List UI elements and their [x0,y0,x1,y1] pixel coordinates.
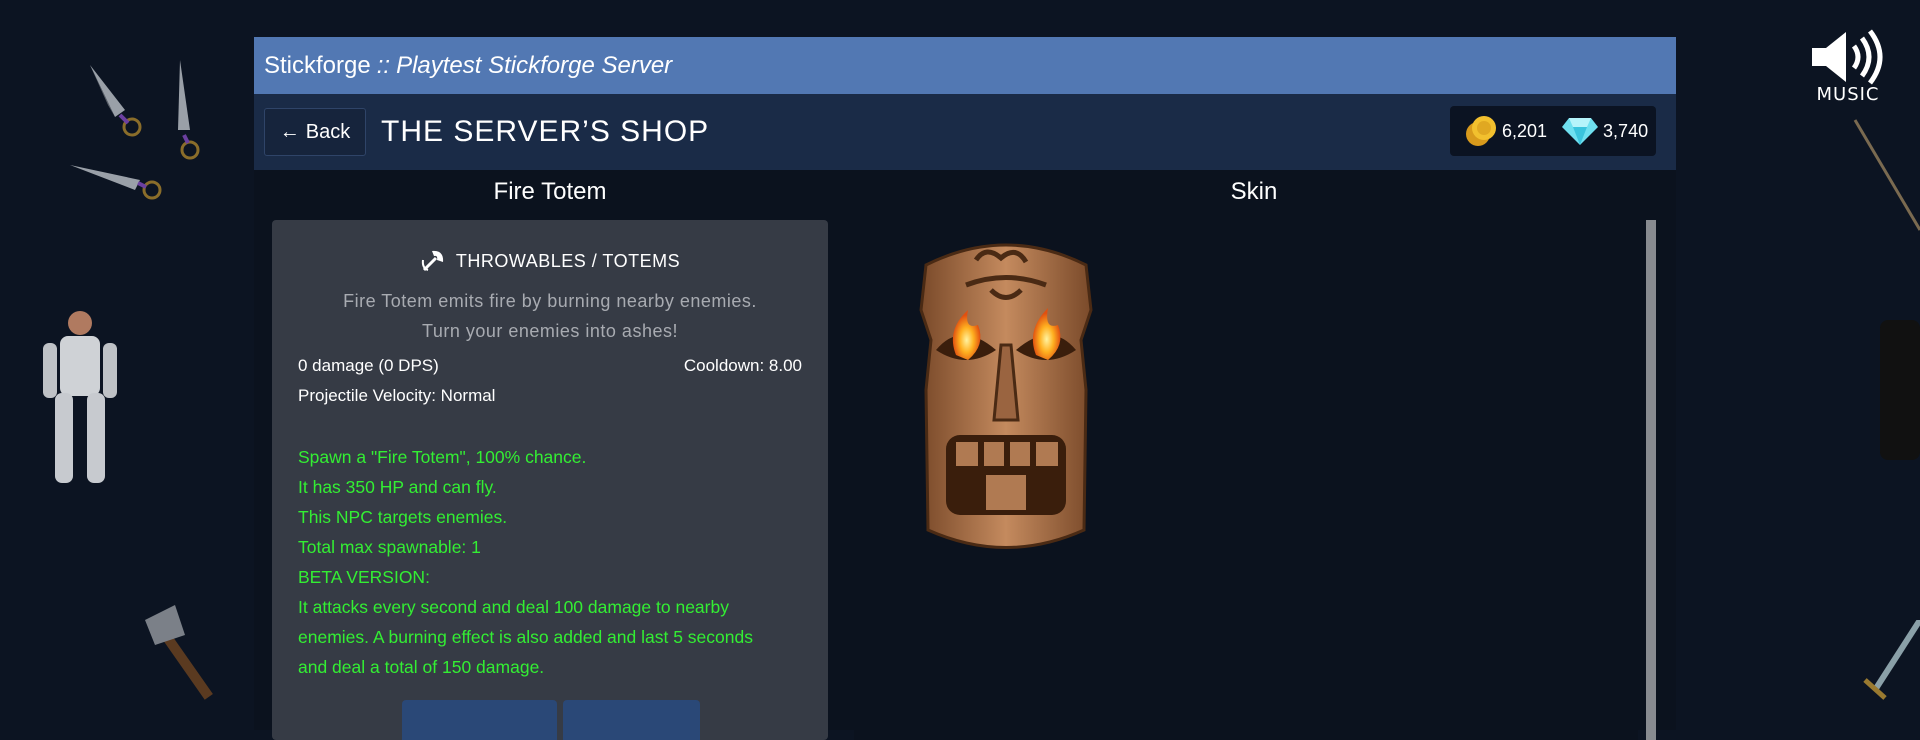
back-label: Back [305,120,351,143]
gold-coin-icon [1466,116,1496,146]
arrow-left-icon: ← [279,120,300,143]
effect-line: Spawn a "Fire Totem", 100% chance. [298,447,587,467]
effect-line: and deal a total of 150 damage. [298,657,545,677]
item-category: THROWABLES / TOTEMS [272,248,828,274]
shop-header: ← Back THE SERVER’S SHOP 6,201 3,740 [254,94,1676,170]
back-button[interactable]: ← Back [264,108,366,156]
effect-line: It attacks every second and deal 100 dam… [298,597,729,617]
gem-amount: 3,740 [1603,120,1649,141]
item-effects: Spawn a "Fire Totem", 100% chance. It ha… [298,442,808,682]
category-label: THROWABLES / TOTEMS [455,250,681,271]
currency-display: 6,201 3,740 [1450,106,1656,156]
app-name: Stickforge [264,51,371,79]
stick-figure-decoration-icon [1880,320,1920,460]
effect-line: BETA VERSION: [298,567,430,587]
kunai-decoration-icon [70,60,200,200]
item-description: Fire Totem emits fire by burning nearby … [292,286,808,346]
axe-decoration-icon [145,605,213,700]
title-separator: :: [376,51,391,79]
server-name: Playtest Stickforge Server [396,51,673,79]
music-toggle-button[interactable]: MUSIC [1808,28,1888,118]
gold-amount: 6,201 [1502,120,1548,141]
sword-decoration-icon [1863,620,1920,700]
effect-line: It has 350 HP and can fly. [298,477,497,497]
effect-line: Total max spawnable: 1 [298,537,481,557]
description-line: Turn your enemies into ashes! [422,321,678,341]
window-title-bar: Stickforge :: Playtest Stickforge Server [254,37,1676,94]
stick-figure-decoration-icon [43,311,117,483]
description-line: Fire Totem emits fire by burning nearby … [343,291,757,311]
buy-with-gems-button[interactable] [563,700,700,740]
velocity-stat: Projectile Velocity: Normal [298,386,496,405]
gold-balance: 6,201 [1464,114,1547,148]
preview-title: Skin [1230,178,1278,205]
buy-with-gold-button[interactable] [402,700,557,740]
fire-totem-skin-image [919,243,1093,549]
effect-line: enemies. A burning effect is also added … [298,627,753,647]
gem-balance: 3,740 [1561,116,1648,146]
page-title: THE SERVER’S SHOP [381,115,710,148]
spear-decoration-icon [1853,119,1920,231]
item-info-card: THROWABLES / TOTEMS Fire Totem emits fir… [272,220,828,740]
damage-stat: 0 damage (0 DPS) [298,356,439,375]
diamond-icon [1562,118,1599,145]
item-name: Fire Totem [493,178,607,205]
preview-scrollbar[interactable] [1646,220,1656,740]
axe-icon [421,250,443,272]
speaker-icon [1812,29,1883,85]
effect-line: This NPC targets enemies. [298,507,508,527]
cooldown-stat: Cooldown: 8.00 [683,356,802,375]
music-label: MUSIC [1816,84,1880,105]
